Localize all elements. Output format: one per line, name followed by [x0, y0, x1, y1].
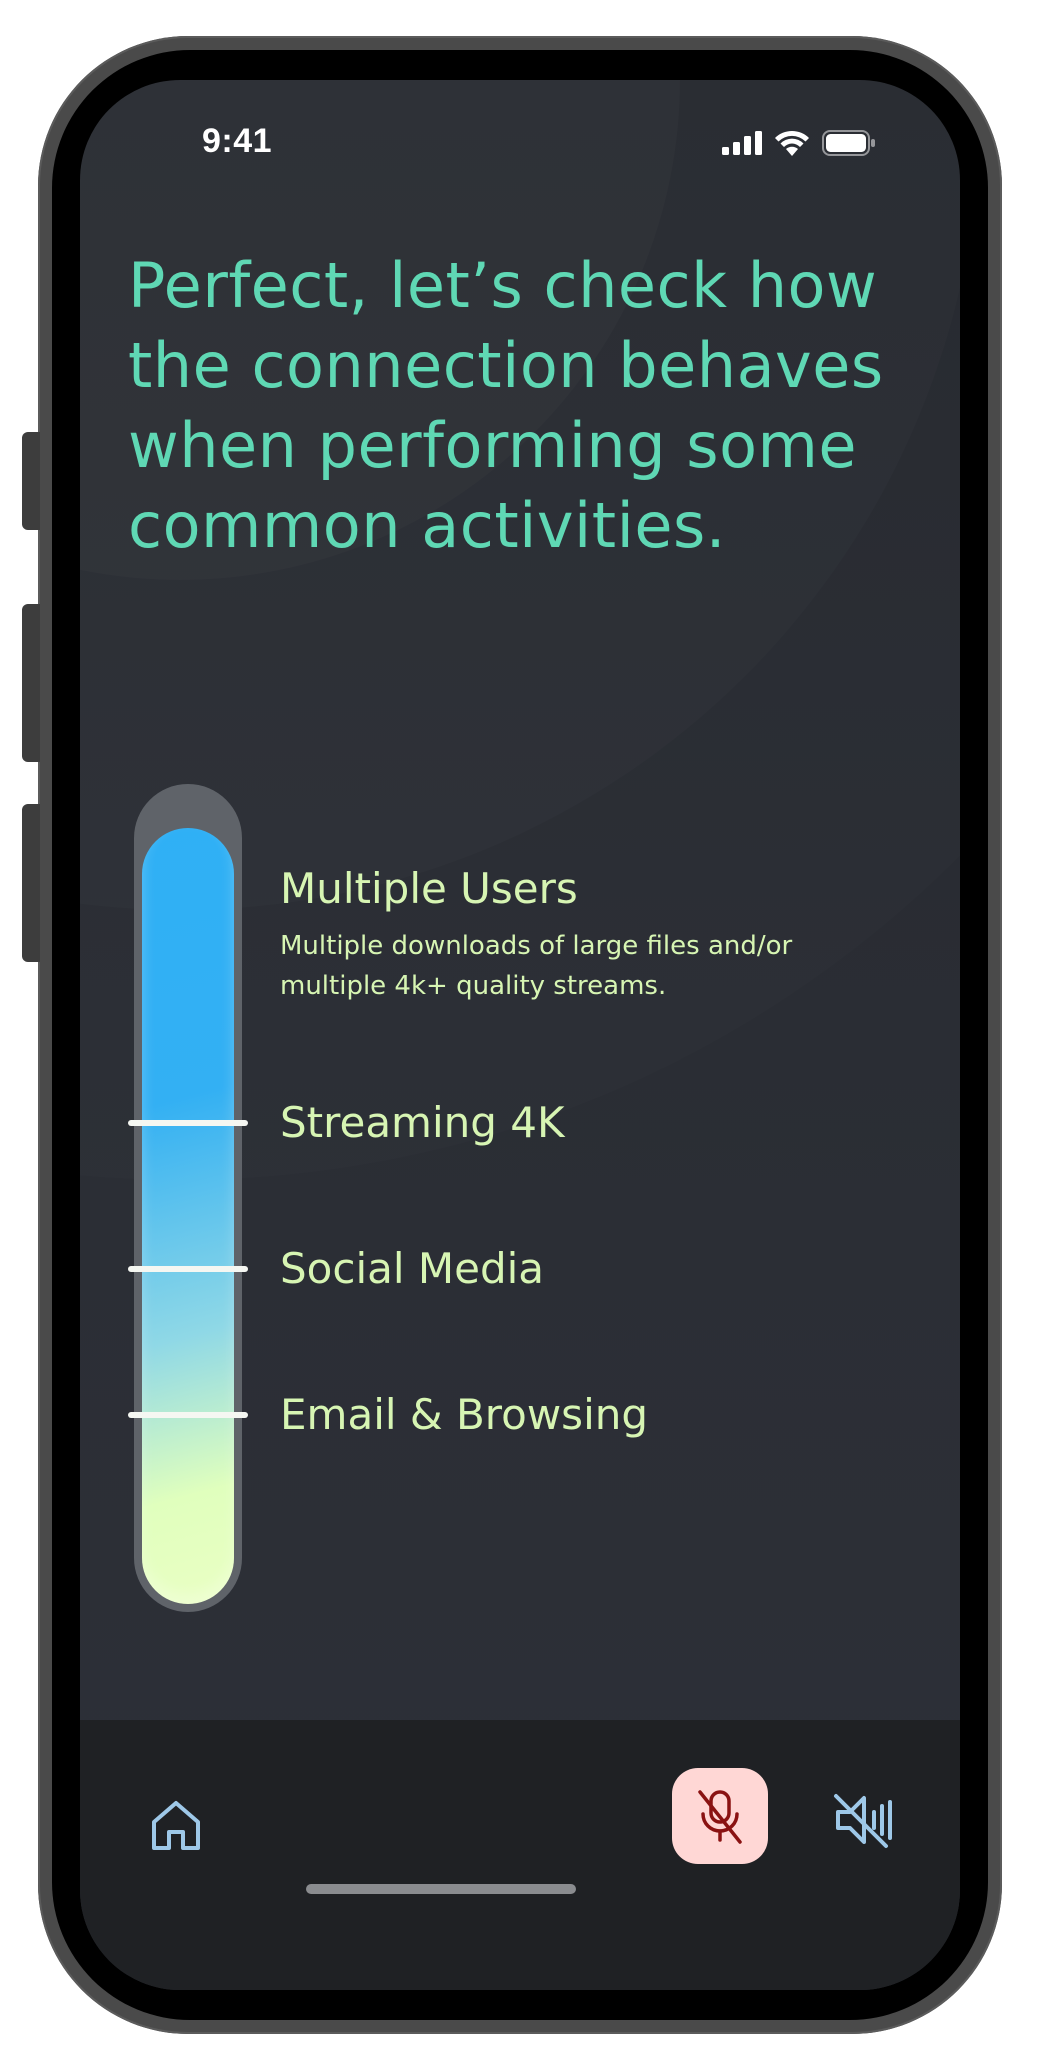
level-email-browsing: Email & Browsing	[280, 1390, 648, 1440]
speaker-mute-button[interactable]	[832, 1788, 896, 1852]
status-time: 9:41	[202, 122, 273, 160]
level-multiple-users: Multiple Users Multiple downloads of lar…	[280, 864, 880, 1006]
wifi-icon	[775, 130, 809, 156]
battery-icon	[822, 130, 875, 156]
speaker-muted-icon	[834, 1794, 892, 1848]
volume-down-button	[22, 804, 40, 962]
page-heading: Perfect, let’s check how the connection …	[128, 249, 884, 562]
level-title: Email & Browsing	[280, 1390, 649, 1439]
speed-meter-track	[134, 784, 242, 1612]
level-social-media: Social Media	[280, 1244, 544, 1294]
speed-meter-fill	[142, 828, 234, 1604]
volume-up-button	[22, 604, 40, 762]
home-button[interactable]	[148, 1798, 204, 1854]
meter-tick-email	[128, 1412, 248, 1418]
meter-tick-social	[128, 1266, 248, 1272]
status-icons	[722, 130, 876, 156]
level-description: Multiple downloads of large files and/or…	[280, 931, 793, 1001]
home-indicator[interactable]	[306, 1884, 576, 1894]
microphone-muted-icon	[698, 1790, 742, 1844]
mute-microphone-button[interactable]	[672, 1768, 768, 1864]
home-icon	[152, 1801, 200, 1850]
level-title: Streaming 4K	[280, 1098, 565, 1147]
level-title: Multiple Users	[280, 864, 578, 913]
silent-switch	[22, 432, 40, 530]
cellular-signal-icon	[722, 131, 762, 155]
level-streaming-4k: Streaming 4K	[280, 1098, 565, 1148]
meter-tick-streaming	[128, 1120, 248, 1126]
level-title: Social Media	[280, 1244, 545, 1293]
bottom-nav-bar	[80, 1720, 960, 1990]
app-screen: 9:41 Perfect, let’s check how the connec…	[80, 80, 960, 1990]
